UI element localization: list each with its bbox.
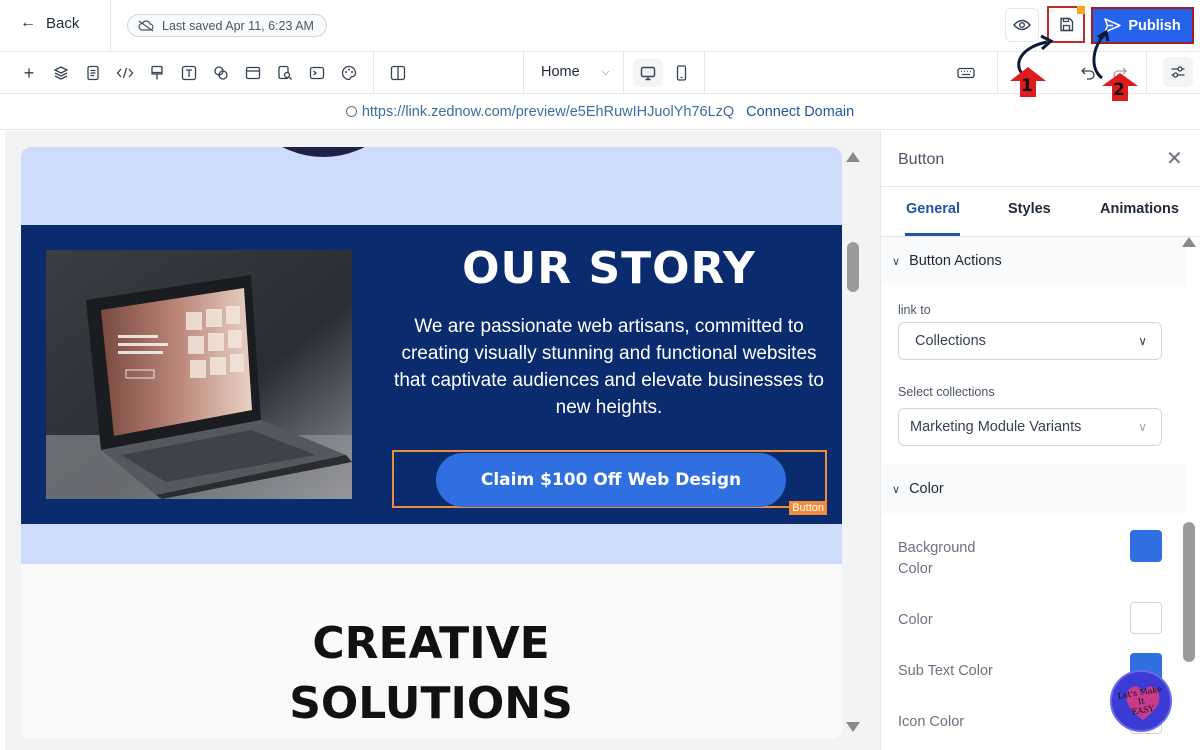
canvas-scrollbar-thumb[interactable] xyxy=(847,242,859,292)
lets-make-it-easy-logo: Let's Make It EASY xyxy=(1110,670,1172,732)
active-tab-indicator xyxy=(905,233,960,236)
chevron-down-icon: ∨ xyxy=(1138,334,1147,348)
toolbar-divider xyxy=(373,52,374,94)
creative-heading-line1: CREATIVE xyxy=(312,618,550,669)
hero-image-circle xyxy=(236,147,411,157)
link-to-value: Collections xyxy=(915,333,986,349)
close-icon[interactable]: ✕ xyxy=(1166,146,1183,171)
keyboard-icon[interactable] xyxy=(956,63,976,83)
tab-animations[interactable]: Animations xyxy=(1100,201,1179,217)
shapes-icon[interactable] xyxy=(211,63,231,83)
selected-element-outline: Claim $100 Off Web Design Button xyxy=(392,450,827,515)
desktop-icon xyxy=(640,66,656,80)
plus-icon[interactable]: + xyxy=(19,63,39,83)
mobile-view-button[interactable] xyxy=(671,59,691,87)
link-to-select[interactable]: Collections ∨ xyxy=(898,322,1162,360)
mobile-icon xyxy=(676,65,686,81)
layers-icon[interactable] xyxy=(51,63,71,83)
page-selector-value: Home xyxy=(541,64,580,80)
desktop-view-button[interactable] xyxy=(633,59,663,87)
creative-heading-line2: SOLUTIONS xyxy=(289,678,573,729)
canvas-scroll-down-arrow[interactable] xyxy=(846,722,860,732)
columns-icon[interactable] xyxy=(388,63,408,83)
header-divider xyxy=(110,0,111,52)
chevron-down-icon: ∨ xyxy=(892,255,901,268)
background-color-label-line1: Background xyxy=(898,540,976,556)
arrow-left-icon: ← xyxy=(20,14,36,31)
brush-icon[interactable] xyxy=(147,63,167,83)
button-actions-section-header[interactable]: ∨ Button Actions xyxy=(881,237,1186,285)
back-button[interactable]: ← Back xyxy=(20,14,79,32)
creative-solutions-section[interactable]: CREATIVE SOLUTIONS xyxy=(21,564,842,739)
chevron-down-icon: ⌵ xyxy=(601,66,610,78)
story-paragraph[interactable]: We are passionate web artisans, committe… xyxy=(391,313,827,421)
toolbar-divider xyxy=(997,52,998,94)
panel-scroll-up-arrow[interactable] xyxy=(1182,237,1196,247)
text-color-swatch[interactable] xyxy=(1130,602,1162,634)
claim-offer-button[interactable]: Claim $100 Off Web Design xyxy=(436,453,786,507)
collections-select[interactable]: Marketing Module Variants ∨ xyxy=(898,408,1162,446)
step-1-marker: 1 xyxy=(1021,76,1033,96)
chevron-down-icon: ∨ xyxy=(892,483,901,496)
panel-header: Button ✕ xyxy=(881,131,1200,187)
page-preview: OUR STORY We are passionate web artisans… xyxy=(21,147,842,739)
panel-scrollbar-thumb[interactable] xyxy=(1183,522,1195,662)
canvas-scroll-up-arrow[interactable] xyxy=(846,152,860,162)
save-status-badge: Last saved Apr 11, 6:23 AM xyxy=(127,14,327,37)
sub-text-color-label: Sub Text Color xyxy=(898,663,993,679)
terminal-icon[interactable] xyxy=(307,63,327,83)
editor-canvas: OUR STORY We are passionate web artisans… xyxy=(5,131,880,750)
chevron-down-icon: ∨ xyxy=(1138,420,1147,434)
link-to-label: link to xyxy=(898,303,931,317)
connect-domain-link[interactable]: Connect Domain xyxy=(746,104,854,120)
toolbar-divider xyxy=(704,52,705,94)
preview-url[interactable]: https://link.zednow.com/preview/e5EhRuwI… xyxy=(362,104,734,120)
icon-color-label: Icon Color xyxy=(898,714,965,730)
layout-icon[interactable] xyxy=(243,63,263,83)
back-label: Back xyxy=(46,14,80,32)
page-selector[interactable]: Home ⌵ xyxy=(541,64,609,80)
our-story-section[interactable]: OUR STORY We are passionate web artisans… xyxy=(21,225,842,524)
tab-general[interactable]: General xyxy=(906,201,960,217)
color-heading: Color xyxy=(909,481,944,497)
step-2-marker: 2 xyxy=(1113,80,1125,100)
hero-section[interactable] xyxy=(21,147,842,225)
collections-value: Marketing Module Variants xyxy=(910,419,1082,435)
text-icon[interactable] xyxy=(179,63,199,83)
background-color-label: Background Color xyxy=(898,538,975,580)
select-collections-label: Select collections xyxy=(898,385,995,399)
laptop-image[interactable] xyxy=(46,250,352,499)
text-color-label: Color xyxy=(898,612,933,628)
unsaved-indicator xyxy=(1077,6,1085,14)
panel-title: Button xyxy=(898,151,945,168)
properties-panel: Button ✕ General Styles Animations ∨ But… xyxy=(880,131,1200,750)
section-spacer xyxy=(21,524,842,564)
toolbar-divider xyxy=(523,52,524,94)
page-icon[interactable] xyxy=(83,63,103,83)
cloud-off-icon xyxy=(138,20,154,31)
palette-icon[interactable] xyxy=(339,63,359,83)
background-color-label-line2: Color xyxy=(898,561,933,577)
save-status-text: Last saved Apr 11, 6:23 AM xyxy=(162,18,314,33)
tab-styles[interactable]: Styles xyxy=(1008,201,1051,217)
button-actions-heading: Button Actions xyxy=(909,253,1002,269)
panel-tabs: General Styles Animations xyxy=(881,187,1200,237)
search-doc-icon[interactable] xyxy=(275,63,295,83)
creative-heading[interactable]: CREATIVE SOLUTIONS xyxy=(221,614,641,734)
toolbar-divider xyxy=(623,52,624,94)
color-section-header[interactable]: ∨ Color xyxy=(881,465,1186,513)
code-icon[interactable] xyxy=(115,63,135,83)
globe-icon xyxy=(345,106,357,117)
story-heading[interactable]: OUR STORY xyxy=(399,243,819,294)
background-color-swatch[interactable] xyxy=(1130,530,1162,562)
element-type-tag: Button xyxy=(789,501,827,515)
